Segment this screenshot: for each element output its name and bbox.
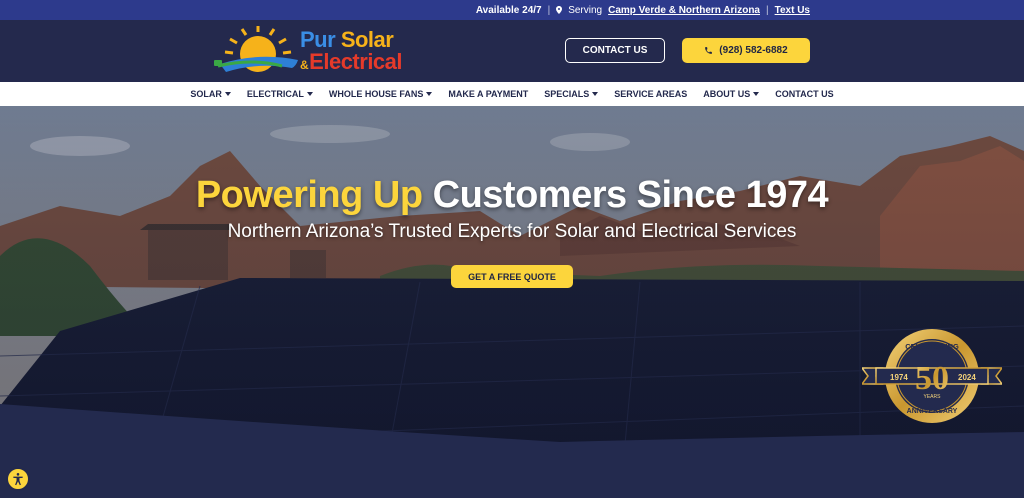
serving-area-link[interactable]: Camp Verde & Northern Arizona bbox=[608, 5, 760, 16]
nav-label: CONTACT US bbox=[775, 89, 834, 99]
nav-label: MAKE A PAYMENT bbox=[448, 89, 529, 99]
nav-item-electrical[interactable]: ELECTRICAL bbox=[247, 89, 313, 99]
nav-label: SPECIALS bbox=[544, 89, 590, 99]
nav-label: ELECTRICAL bbox=[246, 89, 304, 99]
nav-item-about-us[interactable]: ABOUT US bbox=[703, 89, 760, 99]
nav-item-make-a-payment[interactable]: MAKE A PAYMENT bbox=[448, 89, 528, 99]
hero-section: Powering Up Customers Since 1974 Norther… bbox=[0, 106, 1024, 498]
caret-down-icon bbox=[306, 92, 313, 96]
hero-title: Powering Up Customers Since 1974 bbox=[0, 174, 1024, 217]
badge-years-text: YEARS bbox=[924, 394, 942, 400]
phone-number: (928) 582-6882 bbox=[719, 45, 788, 56]
caret-down-icon bbox=[592, 92, 599, 96]
hero-background-image bbox=[0, 106, 1024, 498]
nav-item-service-areas[interactable]: SERVICE AREAS bbox=[614, 89, 687, 99]
divider: | bbox=[766, 4, 769, 16]
caret-down-icon bbox=[753, 92, 760, 96]
nav-item-specials[interactable]: SPECIALS bbox=[544, 89, 599, 99]
get-free-quote-button[interactable]: GET A FREE QUOTE bbox=[451, 265, 573, 288]
badge-start-year: 1974 bbox=[890, 373, 908, 382]
hero-title-rest: Customers Since 1974 bbox=[432, 174, 829, 216]
nav-label: SERVICE AREAS bbox=[614, 89, 688, 99]
availability-text: Available 24/7 bbox=[475, 4, 542, 16]
logo-wordmark: Pur Solar & Electrical bbox=[300, 29, 403, 74]
site-header: Pur Solar & Electrical CONTACT US (928) 5… bbox=[0, 20, 1024, 82]
hero-title-highlight: Powering Up bbox=[195, 174, 423, 216]
contact-us-button[interactable]: CONTACT US bbox=[565, 38, 665, 63]
main-navigation: SOLAR ELECTRICAL WHOLE HOUSE FANS MAKE A… bbox=[0, 82, 1024, 106]
location-pin-icon bbox=[556, 6, 563, 14]
site-logo[interactable]: Pur Solar & Electrical bbox=[212, 26, 412, 76]
badge-number: 50 bbox=[915, 360, 949, 397]
text-us-link[interactable]: Text Us bbox=[775, 5, 810, 16]
caret-down-icon bbox=[426, 92, 433, 96]
accessibility-icon bbox=[13, 473, 23, 486]
badge-bottom-text: ANNIVERSARY bbox=[907, 408, 958, 415]
hero-subtitle: Northern Arizona’s Trusted Experts for S… bbox=[227, 221, 797, 242]
phone-icon bbox=[705, 47, 713, 54]
nav-label: ABOUT US bbox=[703, 89, 751, 99]
logo-word-electrical: Electrical bbox=[309, 49, 403, 74]
nav-item-solar[interactable]: SOLAR bbox=[190, 89, 231, 99]
badge-top-text: CELEBRATING bbox=[905, 342, 959, 351]
nav-item-whole-house-fans[interactable]: WHOLE HOUSE FANS bbox=[329, 89, 433, 99]
badge-end-year: 2024 bbox=[958, 373, 976, 382]
top-utility-bar: Available 24/7 | Serving Camp Verde & No… bbox=[0, 0, 1024, 20]
accessibility-button[interactable] bbox=[6, 467, 30, 491]
nav-label: SOLAR bbox=[190, 89, 222, 99]
phone-button[interactable]: (928) 582-6882 bbox=[682, 38, 810, 63]
sun-logo-icon bbox=[214, 26, 298, 72]
serving-prefix: Serving bbox=[568, 4, 603, 16]
nav-label: WHOLE HOUSE FANS bbox=[328, 89, 424, 99]
caret-down-icon bbox=[224, 92, 231, 96]
logo-ampersand: & bbox=[300, 58, 309, 72]
divider: | bbox=[547, 4, 551, 16]
50th-anniversary-badge: 1974 2024 CELEBRATING 50 YEARS ANNIVERSA… bbox=[862, 329, 1002, 423]
nav-item-contact-us[interactable]: CONTACT US bbox=[775, 89, 833, 99]
